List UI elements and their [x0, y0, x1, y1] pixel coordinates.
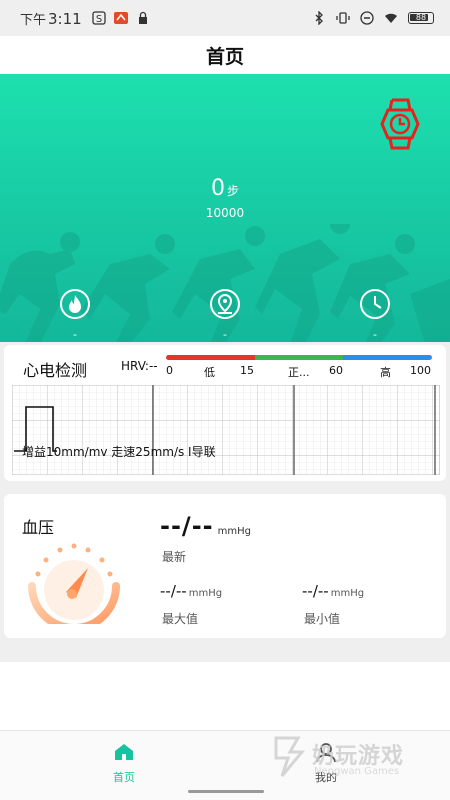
bp-latest-value: --/-- mmHg	[160, 512, 251, 540]
bp-max-reading: --/--	[160, 582, 187, 600]
do-not-disturb-icon	[360, 11, 374, 25]
steps-hero-panel: 0步 10000 - - -	[0, 74, 450, 342]
bp-max-value: --/-- mmHg	[160, 582, 222, 600]
duration-value: -	[373, 328, 377, 341]
hrv-normal-segment	[254, 355, 344, 360]
lock-icon	[138, 11, 147, 24]
hrv-tick: 0	[166, 364, 173, 377]
nav-home-tab[interactable]: 首页	[94, 741, 154, 785]
hrv-tick: 100	[410, 364, 431, 377]
notification-s-icon: S	[92, 11, 106, 25]
hrv-tick: 60	[329, 364, 343, 377]
hrv-low-segment	[166, 355, 255, 360]
blood-pressure-card[interactable]: 血压 --/-- mmHg 最新 --/-- mmHg --/-- mmHg 最大值 …	[4, 494, 446, 638]
steps-goal: 10000	[205, 206, 245, 220]
smartwatch-icon[interactable]	[380, 98, 420, 150]
time-value: 3:11	[48, 9, 82, 28]
calories-stat[interactable]: -	[55, 288, 95, 341]
bp-min-unit: mmHg	[330, 588, 365, 599]
title-bar: 首页	[0, 36, 450, 74]
page-title: 首页	[205, 45, 244, 68]
hrv-tick: 高	[380, 366, 391, 379]
watermark-logo-icon	[274, 736, 306, 777]
watermark: 奶玩游戏 Nengwan Games	[272, 728, 448, 784]
clock-icon	[360, 289, 390, 319]
svg-text:S: S	[96, 14, 102, 25]
bp-min-reading: --/--	[302, 582, 329, 600]
nav-home-label: 首页	[113, 771, 135, 784]
flame-icon	[60, 289, 90, 319]
bp-min-label: 最小值	[304, 612, 341, 626]
bp-main-reading: --/--	[160, 512, 214, 540]
battery-level: 88	[415, 13, 427, 22]
status-bar: 下午 3:11 S 88	[0, 0, 450, 36]
battery-indicator: 88	[408, 12, 434, 24]
app-notification-icon	[113, 12, 128, 24]
hrv-tick: 正...	[288, 366, 310, 379]
bp-min-value: --/-- mmHg	[302, 582, 364, 600]
hrv-high-segment	[343, 355, 432, 360]
bp-title: 血压	[22, 518, 55, 537]
steps-value: 0	[210, 176, 225, 201]
steps-unit: 步	[226, 184, 239, 198]
duration-stat[interactable]: -	[355, 288, 395, 341]
ecg-title: 心电检测	[23, 361, 88, 380]
bp-main-unit: mmHg	[217, 526, 251, 537]
watermark-subtext: Nengwan Games	[314, 766, 400, 777]
status-time: 下午 3:11	[20, 9, 82, 28]
hrv-scale-bar	[166, 355, 432, 360]
calories-value: -	[73, 328, 77, 341]
home-icon	[115, 744, 133, 760]
ecg-card[interactable]: 心电检测 HRV:-- 0 低 15 正... 60 高 100 增益10mm/…	[4, 345, 446, 481]
wifi-icon	[385, 13, 397, 23]
hrv-tick: 低	[204, 366, 215, 379]
bluetooth-icon	[315, 11, 323, 25]
hrv-label: HRV:--	[121, 359, 158, 373]
distance-stat[interactable]: -	[205, 288, 245, 341]
bp-latest-label: 最新	[162, 550, 187, 564]
distance-value: -	[223, 328, 227, 341]
vibrate-icon	[336, 12, 350, 24]
ecg-grid	[12, 385, 440, 475]
pressure-gauge-icon	[28, 543, 120, 624]
steps-count: 0步	[0, 176, 450, 201]
hrv-tick: 15	[240, 364, 254, 377]
bp-max-label: 最大值	[162, 612, 199, 626]
home-indicator[interactable]	[188, 790, 264, 793]
location-icon	[210, 289, 240, 319]
bp-max-unit: mmHg	[188, 588, 223, 599]
ecg-settings-info: 增益10mm/mv 走速25mm/s I导联	[22, 445, 216, 459]
time-prefix: 下午	[20, 12, 47, 28]
